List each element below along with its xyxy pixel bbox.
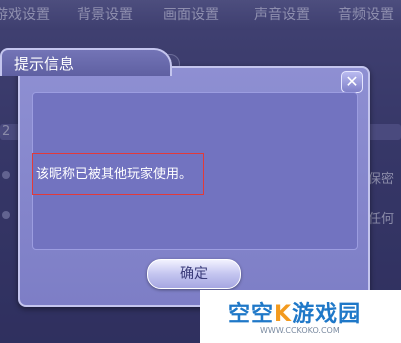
confirm-button[interactable]: 确定 xyxy=(147,259,241,289)
dialog-title-tab: 提示信息 xyxy=(0,48,172,76)
dialog-message: 该昵称已被其他玩家使用。 xyxy=(36,167,193,182)
dialog-title: 提示信息 xyxy=(14,55,75,73)
watermark-url: WWW.CCKOKO.COM xyxy=(260,326,340,335)
watermark-logo: 空空K游戏园 xyxy=(228,302,362,327)
close-icon: ✕ xyxy=(345,72,359,91)
close-button[interactable]: ✕ xyxy=(341,71,363,93)
watermark: 空空K游戏园 WWW.CCKOKO.COM xyxy=(200,290,401,343)
